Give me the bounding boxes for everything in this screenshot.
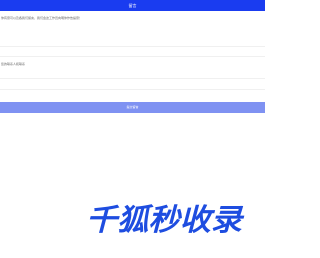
divider [0,89,265,90]
divider [0,78,265,79]
contact-field[interactable]: 您的联系人和联系 [1,62,25,66]
message-page: 留言 你有意可以及各我们留言，我们会这工作员向明你作告提意！ 您的联系人和联系 … [0,0,265,258]
watermark-text: 千狐秒收录 [86,203,245,238]
page-title: 留言 [128,3,137,8]
divider [0,56,265,57]
divider [0,46,265,47]
page-header: 留言 [0,0,265,11]
message-input-intro[interactable]: 你有意可以及各我们留言，我们会这工作员向明你作告提意！ [1,16,259,20]
watermark-logo: 千狐秒收录 [86,203,245,238]
submit-button[interactable]: 提交留言 [0,102,265,113]
